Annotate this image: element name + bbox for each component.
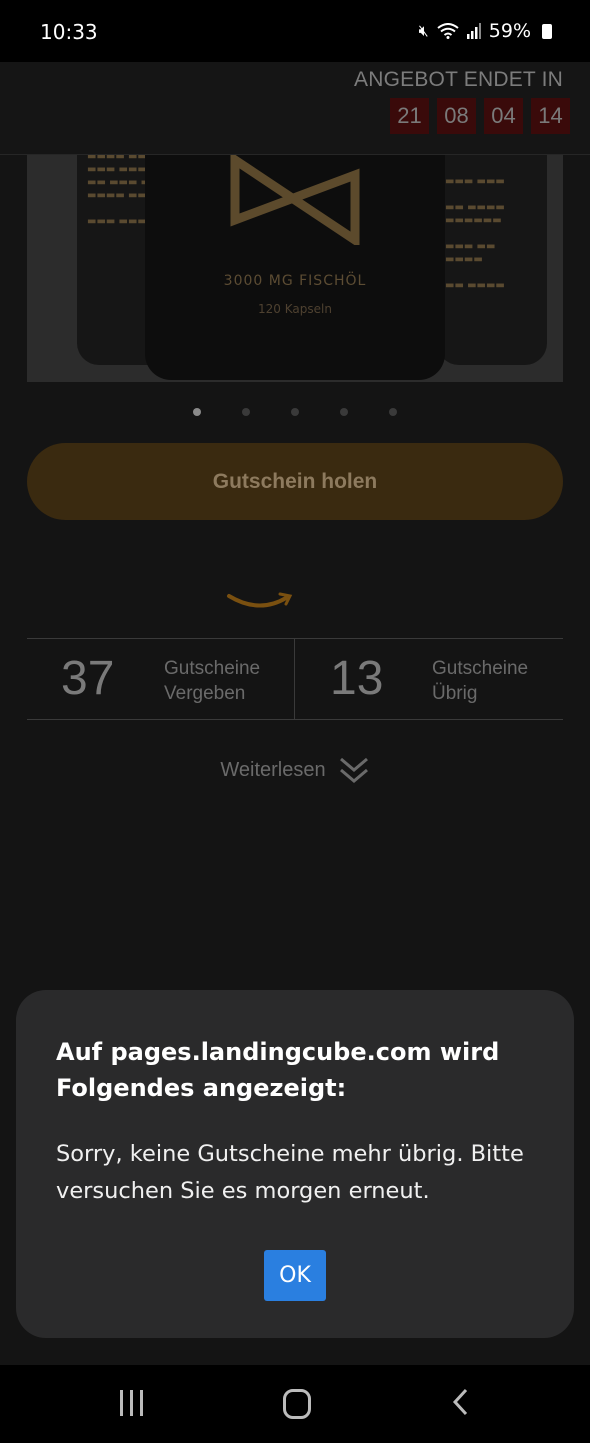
amazon-logo-icon — [227, 592, 293, 608]
ok-button[interactable]: OK — [264, 1250, 326, 1301]
dialog-message: Sorry, keine Gutscheine mehr übrig. Bitt… — [56, 1141, 524, 1204]
stats-divider — [294, 639, 295, 719]
carousel-dot[interactable] — [291, 408, 299, 416]
get-coupon-button[interactable]: Gutschein holen — [27, 443, 563, 520]
recents-icon — [120, 1390, 123, 1416]
bottle-label-subtitle: 120 Kapseln — [258, 302, 332, 316]
battery-icon — [542, 23, 552, 39]
countdown-seconds: 14 — [531, 98, 570, 134]
double-chevron-down-icon — [339, 757, 368, 783]
status-icons: 🔇︎ 59% — [419, 20, 552, 42]
coupons-given-label: Gutscheine Vergeben — [164, 658, 261, 704]
system-nav-bar — [0, 1365, 590, 1443]
product-image[interactable]: ▬▬▬▬ ▬▬ ▬▬▬ ▬▬▬▬ ▬▬ ▬▬▬ ▬▬ ▬▬▬▬ ▬▬ ▬▬▬ ▬▬▬▬▬… — [27, 155, 563, 382]
read-more-link[interactable]: Weiterlesen — [0, 754, 590, 786]
offer-ends-label: ANGEBOT ENDET IN — [354, 68, 563, 91]
status-bar: 10:33 🔇︎ 59% — [0, 0, 590, 62]
wifi-icon — [437, 23, 459, 39]
recents-button[interactable] — [120, 1390, 143, 1416]
carousel-dots — [0, 408, 590, 416]
dialog-title: Auf pages.landingcube.com wird Folgendes… — [56, 1038, 500, 1102]
status-time: 10:33 — [40, 20, 98, 44]
countdown-hours: 08 — [437, 98, 476, 134]
battery-level: 59% — [488, 20, 531, 42]
back-button[interactable] — [450, 1387, 470, 1417]
carousel-dot[interactable] — [389, 408, 397, 416]
carousel-dot[interactable] — [242, 408, 250, 416]
brand-logo-icon — [230, 155, 360, 245]
carousel-dot[interactable] — [340, 408, 348, 416]
coupons-left-count: 13 — [330, 652, 384, 705]
offer-header: ANGEBOT ENDET IN 21 08 04 14 — [0, 62, 590, 155]
carousel-dot[interactable] — [193, 408, 201, 416]
alert-dialog: Auf pages.landingcube.com wird Folgendes… — [16, 990, 574, 1338]
mute-icon: 🔇︎ — [418, 21, 429, 40]
countdown-timer: 21 08 04 14 — [390, 98, 570, 134]
coupons-left-label: Gutscheine Übrig — [432, 658, 529, 704]
countdown-minutes: 04 — [484, 98, 523, 134]
coupons-given-count: 37 — [61, 652, 115, 705]
bottle-center: 3000 MG FISCHÖL 120 Kapseln — [145, 155, 445, 380]
countdown-days: 21 — [390, 98, 429, 134]
read-more-label: Weiterlesen — [220, 758, 326, 781]
signal-icon — [466, 23, 481, 39]
coupon-stats: 37 Gutscheine Vergeben 13 Gutscheine Übr… — [27, 638, 563, 720]
bottle-label-title: 3000 MG FISCHÖL — [223, 273, 367, 289]
bottle-right: ▬▬▬ ▬▬▬ ▬▬ ▬▬▬▬ ▬▬▬▬▬▬ ▬▬▬ ▬▬ ▬▬▬▬ ▬▬ ▬▬▬▬ — [437, 155, 547, 365]
home-button[interactable] — [283, 1389, 311, 1419]
